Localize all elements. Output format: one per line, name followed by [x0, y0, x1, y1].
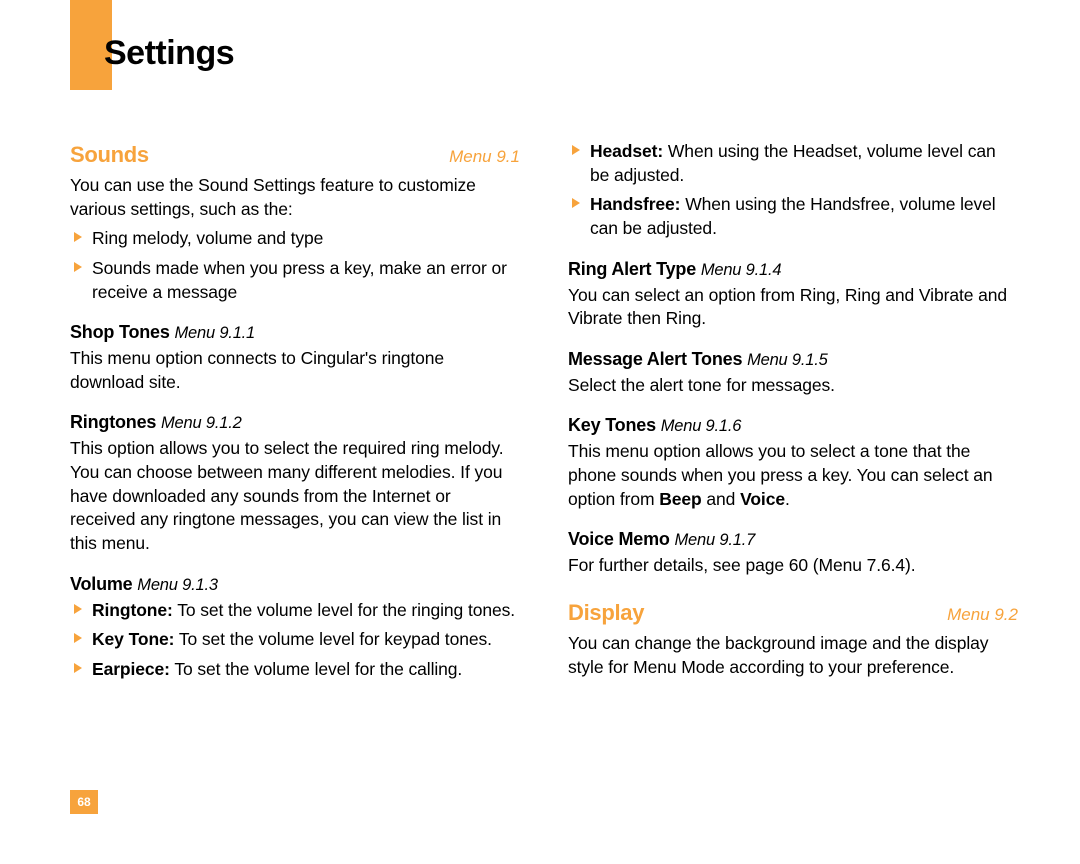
list-item: Sounds made when you press a key, make a… — [70, 257, 520, 304]
section-head-display: Display Menu 9.2 — [568, 600, 1018, 626]
page-title: Settings — [104, 34, 234, 73]
columns: Sounds Menu 9.1 You can use the Sound Se… — [70, 136, 1040, 687]
paragraph: You can change the background image and … — [568, 632, 1018, 679]
paragraph: This menu option allows you to select a … — [568, 440, 1018, 511]
paragraph: This menu option connects to Cingular's … — [70, 347, 520, 394]
subsection-title: Volume — [70, 574, 137, 594]
manual-page: Settings Sounds Menu 9.1 You can use the… — [0, 0, 1080, 864]
subsection-ring-alert: Ring Alert Type Menu 9.1.4 — [568, 259, 1018, 280]
list-item: Headset: When using the Headset, volume … — [568, 140, 1018, 187]
subsection-title: Shop Tones — [70, 322, 174, 342]
bullet-list: Ringtone: To set the volume level for th… — [70, 599, 520, 682]
section-title: Sounds — [70, 142, 149, 168]
list-item: Ring melody, volume and type — [70, 227, 520, 251]
list-item: Handsfree: When using the Handsfree, vol… — [568, 193, 1018, 240]
subsection-msg-alert: Message Alert Tones Menu 9.1.5 — [568, 349, 1018, 370]
subsection-title: Ringtones — [70, 412, 161, 432]
paragraph: This option allows you to select the req… — [70, 437, 520, 555]
list-item: Ringtone: To set the volume level for th… — [70, 599, 520, 623]
section-title: Display — [568, 600, 644, 626]
subsection-title: Key Tones — [568, 415, 661, 435]
page-number: 68 — [70, 790, 98, 814]
subsection-ringtones: Ringtones Menu 9.1.2 — [70, 412, 520, 433]
menu-ref: Menu 9.1.5 — [747, 351, 828, 369]
subsection-voice-memo: Voice Memo Menu 9.1.7 — [568, 529, 1018, 550]
menu-ref: Menu 9.1.1 — [174, 324, 255, 342]
subsection-title: Ring Alert Type — [568, 259, 701, 279]
menu-ref: Menu 9.1.3 — [137, 576, 218, 594]
menu-ref: Menu 9.1.4 — [701, 261, 782, 279]
bullet-list: Headset: When using the Headset, volume … — [568, 140, 1018, 241]
menu-ref: Menu 9.2 — [947, 605, 1018, 625]
menu-ref: Menu 9.1.6 — [661, 417, 742, 435]
menu-ref: Menu 9.1.2 — [161, 414, 242, 432]
menu-ref: Menu 9.1 — [449, 147, 520, 167]
paragraph: You can use the Sound Settings feature t… — [70, 174, 520, 221]
subsection-shop-tones: Shop Tones Menu 9.1.1 — [70, 322, 520, 343]
column-right: Headset: When using the Headset, volume … — [568, 136, 1018, 687]
subsection-title: Voice Memo — [568, 529, 675, 549]
subsection-volume: Volume Menu 9.1.3 — [70, 574, 520, 595]
column-left: Sounds Menu 9.1 You can use the Sound Se… — [70, 136, 520, 687]
bullet-list: Ring melody, volume and type Sounds made… — [70, 227, 520, 304]
subsection-title: Message Alert Tones — [568, 349, 747, 369]
list-item: Earpiece: To set the volume level for th… — [70, 658, 520, 682]
list-item: Key Tone: To set the volume level for ke… — [70, 628, 520, 652]
paragraph: You can select an option from Ring, Ring… — [568, 284, 1018, 331]
subsection-key-tones: Key Tones Menu 9.1.6 — [568, 415, 1018, 436]
menu-ref: Menu 9.1.7 — [675, 531, 756, 549]
paragraph: Select the alert tone for messages. — [568, 374, 1018, 398]
section-head-sounds: Sounds Menu 9.1 — [70, 142, 520, 168]
paragraph: For further details, see page 60 (Menu 7… — [568, 554, 1018, 578]
